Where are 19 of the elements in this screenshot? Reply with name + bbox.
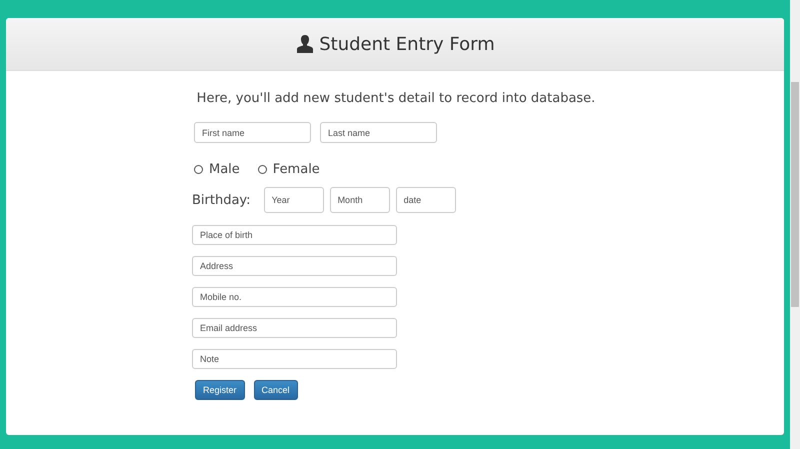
input-field[interactable]: Year [264,187,324,213]
input-field[interactable]: Email address [192,318,397,338]
input-field[interactable]: Place of birth [192,225,397,245]
input-field[interactable]: Mobile no. [192,287,397,307]
input-field[interactable]: Address [192,256,397,276]
input-field[interactable]: First name [194,122,311,143]
birthday-label: Birthday: [192,192,251,208]
form-title: Student Entry Form [319,34,495,54]
form-button[interactable]: Cancel [254,380,298,400]
radio-option[interactable]: Male [194,162,240,177]
user-icon [295,34,316,54]
form-button[interactable]: Register [195,380,245,400]
radio-option[interactable]: Female [258,162,320,177]
input-field[interactable]: Month [330,187,390,213]
input-field[interactable]: date [396,187,456,213]
input-field[interactable]: Last name [320,122,437,143]
input-field[interactable]: Note [192,349,397,369]
intro-text: Here, you'll add new student's detail to record into database. [196,91,596,106]
scrollbar[interactable] [790,0,800,449]
